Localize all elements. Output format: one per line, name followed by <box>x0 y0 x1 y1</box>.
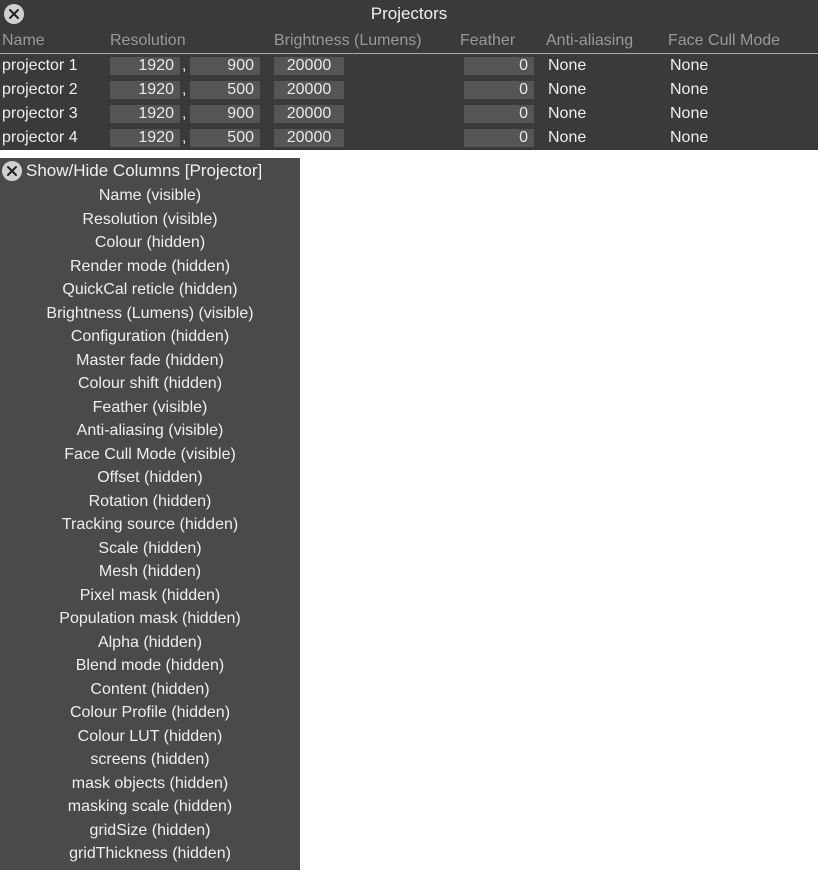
column-toggle-item[interactable]: Tracking source (hidden) <box>0 513 300 537</box>
table-row[interactable]: projector 4 1920, 500 20000 0 None None <box>0 126 818 150</box>
column-toggle-item[interactable]: Resolution (visible) <box>0 208 300 232</box>
cell-anti-aliasing[interactable]: None <box>546 57 668 75</box>
column-toggle-item[interactable]: Master fade (hidden) <box>0 349 300 373</box>
cell-face-cull-mode[interactable]: None <box>668 81 818 99</box>
column-toggle-item[interactable]: gridSize (hidden) <box>0 819 300 843</box>
column-toggle-item[interactable]: Configuration (hidden) <box>0 325 300 349</box>
panel-title: Projectors <box>0 4 818 24</box>
resolution-width-input[interactable]: 1920 <box>110 129 180 147</box>
header-name[interactable]: Name <box>0 32 110 50</box>
column-toggle-item[interactable]: Anti-aliasing (visible) <box>0 419 300 443</box>
cell-name[interactable]: projector 3 <box>0 105 110 123</box>
feather-input[interactable]: 0 <box>464 105 534 123</box>
feather-input[interactable]: 0 <box>464 81 534 99</box>
resolution-height-input[interactable]: 500 <box>190 81 260 99</box>
cell-name[interactable]: projector 1 <box>0 57 110 75</box>
table-header: Name Resolution Brightness (Lumens) Feat… <box>0 28 818 54</box>
table-row[interactable]: projector 2 1920, 500 20000 0 None None <box>0 78 818 102</box>
column-toggle-item[interactable]: Population mask (hidden) <box>0 607 300 631</box>
column-toggle-item[interactable]: Colour shift (hidden) <box>0 372 300 396</box>
header-feather[interactable]: Feather <box>460 32 546 50</box>
column-toggle-item[interactable]: Render mode (hidden) <box>0 255 300 279</box>
brightness-input[interactable]: 20000 <box>274 81 344 99</box>
column-toggle-item[interactable]: Brightness (Lumens) (visible) <box>0 302 300 326</box>
cell-feather: 0 <box>460 105 546 123</box>
column-toggle-item[interactable]: Name (visible) <box>0 184 300 208</box>
column-toggle-item[interactable]: Alpha (hidden) <box>0 631 300 655</box>
column-toggle-item[interactable]: Content (hidden) <box>0 678 300 702</box>
cell-face-cull-mode[interactable]: None <box>668 57 818 75</box>
cell-resolution: 1920, 500 <box>110 129 274 147</box>
column-toggle-item[interactable]: Mesh (hidden) <box>0 560 300 584</box>
cell-anti-aliasing[interactable]: None <box>546 129 668 147</box>
column-toggle-item[interactable]: gridThickness (hidden) <box>0 842 300 866</box>
cell-feather: 0 <box>460 129 546 147</box>
column-toggle-item[interactable]: masking scale (hidden) <box>0 795 300 819</box>
cell-brightness: 20000 <box>274 105 460 123</box>
column-toggle-item[interactable]: Feather (visible) <box>0 396 300 420</box>
column-toggle-item[interactable]: Colour LUT (hidden) <box>0 725 300 749</box>
columns-list: Name (visible)Resolution (visible)Colour… <box>0 184 300 870</box>
table-body: projector 1 1920, 900 20000 0 None None … <box>0 54 818 150</box>
show-hide-columns-panel: Show/Hide Columns [Projector] Name (visi… <box>0 158 300 870</box>
comma: , <box>182 105 188 123</box>
columns-panel-title: Show/Hide Columns [Projector] <box>26 161 262 181</box>
comma: , <box>182 57 188 75</box>
columns-titlebar: Show/Hide Columns [Projector] <box>0 158 300 184</box>
resolution-width-input[interactable]: 1920 <box>110 57 180 75</box>
cell-brightness: 20000 <box>274 81 460 99</box>
cell-face-cull-mode[interactable]: None <box>668 129 818 147</box>
brightness-input[interactable]: 20000 <box>274 105 344 123</box>
header-resolution[interactable]: Resolution <box>110 32 274 50</box>
table-row[interactable]: projector 3 1920, 900 20000 0 None None <box>0 102 818 126</box>
brightness-input[interactable]: 20000 <box>274 129 344 147</box>
resolution-height-input[interactable]: 900 <box>190 105 260 123</box>
column-toggle-item[interactable]: screens (hidden) <box>0 748 300 772</box>
brightness-input[interactable]: 20000 <box>274 57 344 75</box>
projectors-panel: Projectors Name Resolution Brightness (L… <box>0 0 818 150</box>
feather-input[interactable]: 0 <box>464 129 534 147</box>
column-toggle-item[interactable]: Scale (hidden) <box>0 537 300 561</box>
resolution-width-input[interactable]: 1920 <box>110 105 180 123</box>
cell-brightness: 20000 <box>274 129 460 147</box>
resolution-width-input[interactable]: 1920 <box>110 81 180 99</box>
cell-resolution: 1920, 900 <box>110 57 274 75</box>
close-icon[interactable] <box>2 161 22 181</box>
table-row[interactable]: projector 1 1920, 900 20000 0 None None <box>0 54 818 78</box>
column-toggle-item[interactable]: Pixel mask (hidden) <box>0 584 300 608</box>
column-toggle-item[interactable]: Rotation (hidden) <box>0 490 300 514</box>
resolution-height-input[interactable]: 900 <box>190 57 260 75</box>
cell-name[interactable]: projector 2 <box>0 81 110 99</box>
cell-face-cull-mode[interactable]: None <box>668 105 818 123</box>
cell-feather: 0 <box>460 81 546 99</box>
comma: , <box>182 81 188 99</box>
projectors-titlebar: Projectors <box>0 0 818 28</box>
cell-anti-aliasing[interactable]: None <box>546 81 668 99</box>
comma: , <box>182 129 188 147</box>
column-toggle-item[interactable]: QuickCal reticle (hidden) <box>0 278 300 302</box>
header-anti-aliasing[interactable]: Anti-aliasing <box>546 32 668 50</box>
header-face-cull-mode[interactable]: Face Cull Mode <box>668 32 818 50</box>
cell-brightness: 20000 <box>274 57 460 75</box>
column-toggle-item[interactable]: Colour (hidden) <box>0 231 300 255</box>
resolution-height-input[interactable]: 500 <box>190 129 260 147</box>
feather-input[interactable]: 0 <box>464 57 534 75</box>
cell-resolution: 1920, 500 <box>110 81 274 99</box>
cell-name[interactable]: projector 4 <box>0 129 110 147</box>
column-toggle-item[interactable]: Blend mode (hidden) <box>0 654 300 678</box>
cell-feather: 0 <box>460 57 546 75</box>
cell-resolution: 1920, 900 <box>110 105 274 123</box>
column-toggle-item[interactable]: mask objects (hidden) <box>0 772 300 796</box>
cell-anti-aliasing[interactable]: None <box>546 105 668 123</box>
column-toggle-item[interactable]: Face Cull Mode (visible) <box>0 443 300 467</box>
column-toggle-item[interactable]: Offset (hidden) <box>0 466 300 490</box>
column-toggle-item[interactable]: Colour Profile (hidden) <box>0 701 300 725</box>
header-brightness[interactable]: Brightness (Lumens) <box>274 32 460 50</box>
